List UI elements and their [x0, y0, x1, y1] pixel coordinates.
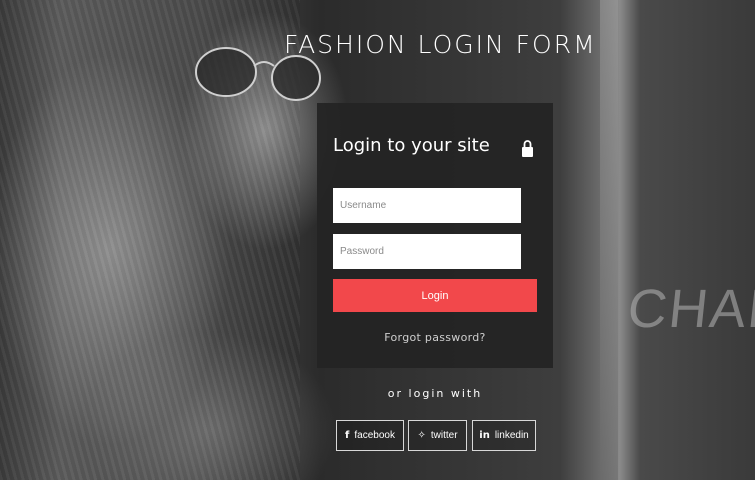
- login-heading: Login to your site: [333, 135, 490, 156]
- linkedin-login-button[interactable]: in linkedin: [472, 420, 536, 451]
- facebook-label: facebook: [354, 430, 395, 441]
- background-sign-text: CHANEL: [624, 279, 755, 339]
- twitter-login-button[interactable]: ✧ twitter: [408, 420, 467, 451]
- facebook-login-button[interactable]: f facebook: [336, 420, 404, 451]
- forgot-password-link[interactable]: Forgot password?: [317, 331, 553, 344]
- linkedin-icon: in: [479, 430, 490, 441]
- username-input[interactable]: [333, 188, 521, 223]
- twitter-label: twitter: [430, 430, 458, 441]
- or-login-with-label: or login with: [387, 387, 483, 400]
- background-pillar: [600, 0, 618, 480]
- twitter-icon: ✧: [417, 430, 426, 441]
- password-input[interactable]: [333, 234, 521, 269]
- login-button[interactable]: Login: [333, 279, 537, 312]
- lock-icon: [522, 140, 533, 157]
- facebook-icon: f: [345, 430, 350, 441]
- login-page: CHANEL FASHION LOGIN FORM Login to your …: [0, 0, 755, 480]
- page-title: FASHION LOGIN FORM: [284, 30, 597, 59]
- login-panel: Login to your site Login Forgot password…: [317, 103, 553, 368]
- linkedin-label: linkedin: [494, 430, 529, 441]
